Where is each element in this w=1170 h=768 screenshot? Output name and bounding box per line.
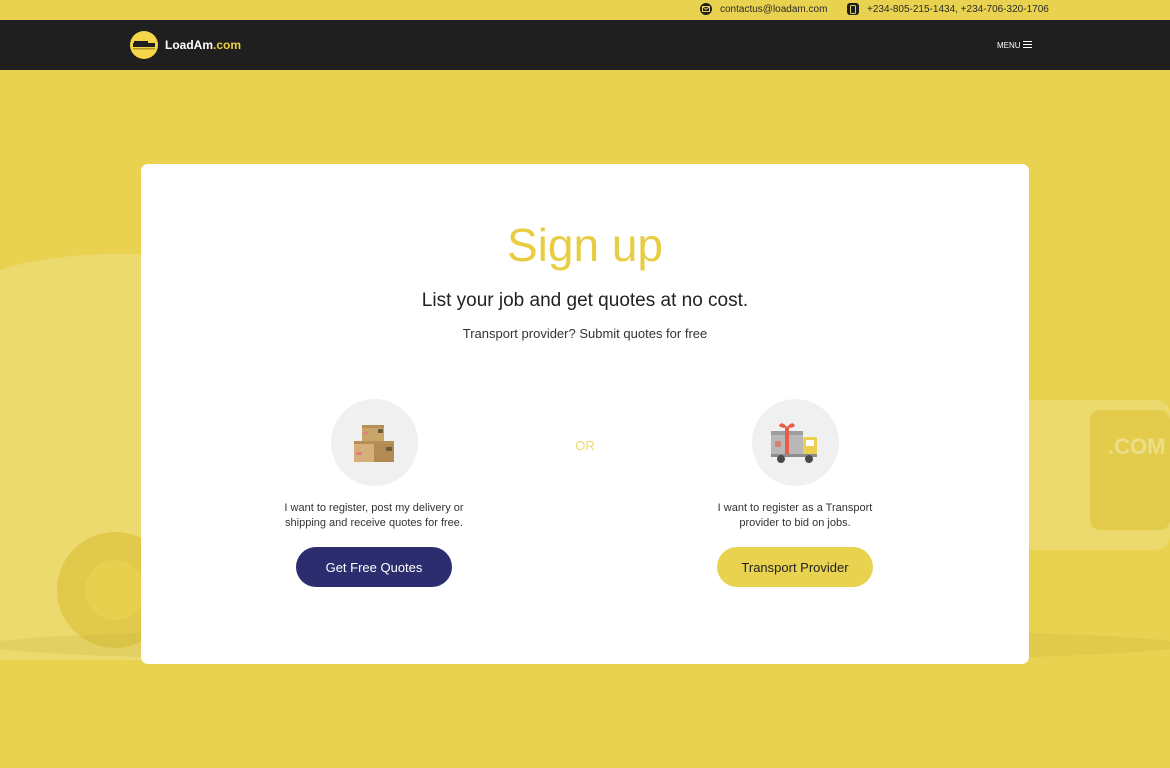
menu-label: MENU [997,41,1021,50]
menu-button[interactable]: MENU [997,41,1032,50]
page-title: Sign up [506,219,663,271]
provider-description-line1: I want to register as a Transport [717,502,873,514]
customer-description: I want to register, post my delivery or … [264,501,484,531]
logo-text: LoadAm.com [165,38,241,52]
site-logo[interactable]: LoadAm.com [130,31,241,59]
contact-phones[interactable]: +234-805-215-1434, +234-706-320-1706 [847,3,1049,15]
main-navbar: LoadAm.com MENU [0,20,1170,70]
contact-bar: contactus@loadam.com +234-805-215-1434, … [0,0,1170,20]
signup-subtitle: List your job and get quotes at no cost. [421,290,749,311]
logo-suffix: .com [213,38,242,52]
hamburger-icon [1022,41,1032,50]
provider-description-line2: provider to bid on jobs. [739,517,851,529]
get-free-quotes-button[interactable]: Get Free Quotes [296,547,452,587]
customer-icon-circle [330,399,418,486]
delivery-truck-icon [771,422,817,463]
provider-option: I want to register as a Transport provid… [685,399,905,587]
transport-provider-button[interactable]: Transport Provider [717,547,873,587]
svg-text:.COM: .COM [1108,434,1165,459]
envelope-icon [700,3,712,15]
logo-name: LoadAm [165,38,213,52]
phone-icon [847,3,859,15]
phone-text: +234-805-215-1434, +234-706-320-1706 [867,3,1049,15]
logo-truck-icon [130,31,158,59]
email-text: contactus@loadam.com [720,3,828,15]
or-separator: OR [575,438,595,453]
provider-icon-circle [751,399,839,486]
signup-card: Sign up List your job and get quotes at … [141,164,1029,664]
provider-note: Transport provider? Submit quotes for fr… [462,326,708,341]
customer-description-line2: shipping and receive quotes for free. [285,517,463,529]
provider-description: I want to register as a Transport provid… [685,501,905,531]
customer-option: I want to register, post my delivery or … [264,399,484,587]
contact-email[interactable]: contactus@loadam.com [700,3,827,15]
customer-description-line1: I want to register, post my delivery or [284,502,464,514]
boxes-icon [354,424,394,462]
